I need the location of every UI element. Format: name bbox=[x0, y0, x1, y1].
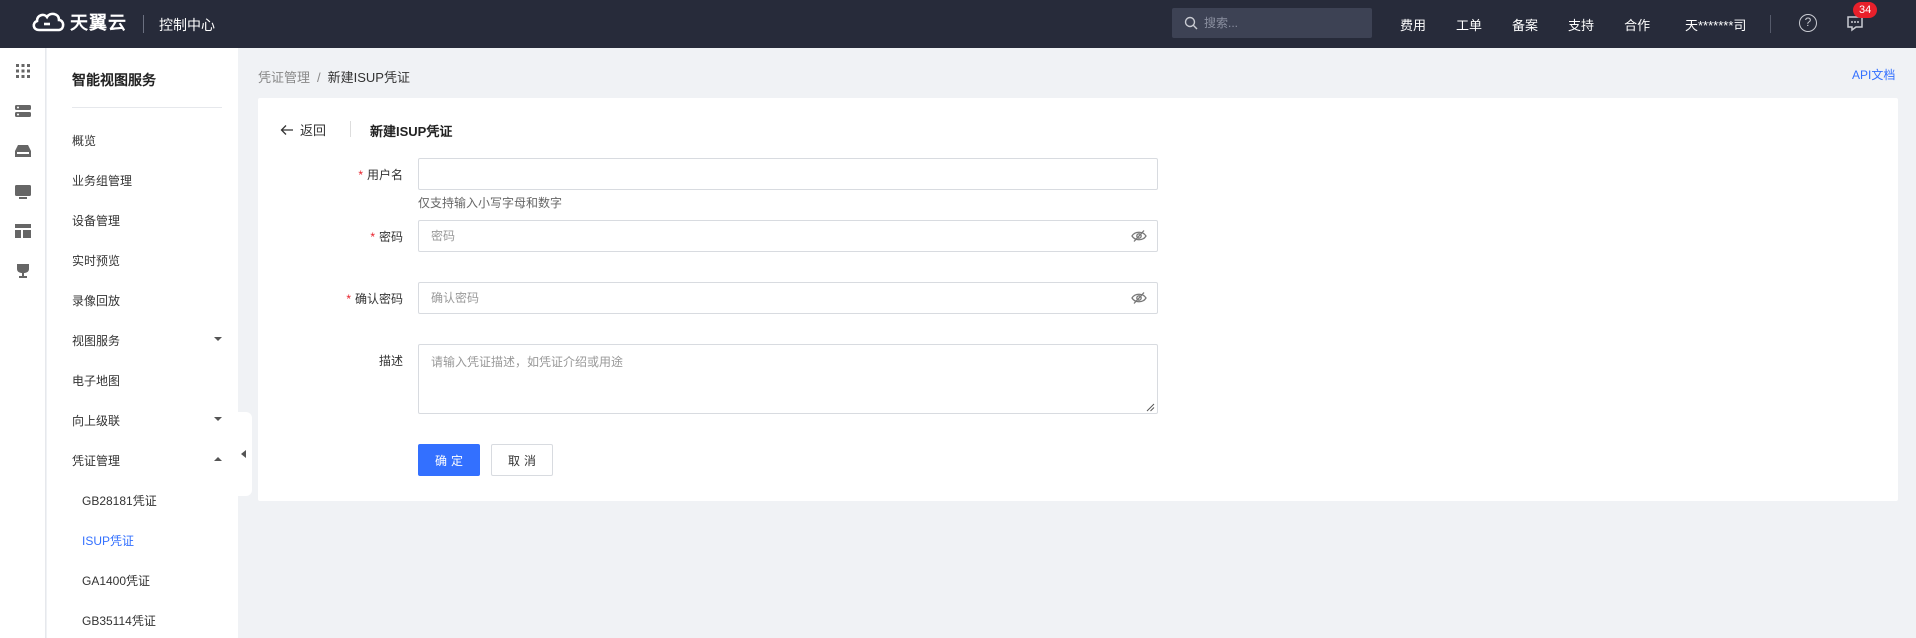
divider bbox=[143, 15, 144, 33]
user-account[interactable]: 天*******司 bbox=[1685, 15, 1746, 34]
breadcrumb-parent[interactable]: 凭证管理 bbox=[258, 70, 310, 85]
global-search bbox=[1172, 8, 1372, 38]
sidebar-item-playback[interactable]: 录像回放 bbox=[72, 292, 222, 309]
back-button[interactable]: 返回 bbox=[280, 120, 326, 139]
sidebar-item-label: 向上级联 bbox=[72, 414, 121, 428]
search-input[interactable] bbox=[1204, 16, 1364, 30]
sidebar-subitem-gb35114[interactable]: GB35114凭证 bbox=[82, 612, 232, 629]
nav-link-fees[interactable]: 费用 bbox=[1400, 15, 1426, 34]
sidebar-item-label: 电子地图 bbox=[72, 374, 121, 388]
description-label: 描述 bbox=[378, 354, 403, 368]
confirm-button[interactable]: 确定 bbox=[418, 444, 480, 476]
collapse-sidebar-button[interactable] bbox=[238, 412, 252, 496]
breadcrumb-current: 新建ISUP凭证 bbox=[327, 70, 410, 85]
sidebar-item-label: 视图服务 bbox=[72, 334, 121, 348]
divider bbox=[72, 107, 222, 108]
sidebar-item-label: GA1400凭证 bbox=[82, 574, 151, 588]
brand-name: 天翼云 bbox=[70, 13, 127, 33]
cloud-logo-icon bbox=[32, 12, 65, 32]
console-title[interactable]: 控制中心 bbox=[159, 15, 215, 35]
confirm-password-input[interactable] bbox=[418, 282, 1158, 314]
sidebar-item-label: 概览 bbox=[72, 134, 97, 148]
monitor-icon[interactable] bbox=[14, 182, 32, 200]
cancel-button[interactable]: 取消 bbox=[491, 444, 553, 476]
nav-link-tickets[interactable]: 工单 bbox=[1456, 15, 1482, 34]
service-title: 智能视图服务 bbox=[72, 72, 156, 88]
eye-off-icon[interactable] bbox=[1131, 291, 1147, 305]
api-doc-link[interactable]: API文档 bbox=[1852, 66, 1895, 83]
breadcrumb-separator: / bbox=[317, 70, 321, 85]
sidebar-item-label: GB28181凭证 bbox=[82, 494, 157, 508]
divider bbox=[1770, 15, 1771, 33]
layout-icon[interactable] bbox=[14, 222, 32, 240]
sidebar-item-view-services[interactable]: 视图服务 bbox=[72, 332, 222, 349]
sidebar-item-devices[interactable]: 设备管理 bbox=[72, 212, 222, 229]
sidebar-item-credentials[interactable]: 凭证管理 bbox=[72, 452, 222, 469]
sidebar-item-live-preview[interactable]: 实时预览 bbox=[72, 252, 222, 269]
chevron-down-icon bbox=[214, 417, 222, 421]
sidebar-item-map[interactable]: 电子地图 bbox=[72, 372, 222, 389]
required-mark: * bbox=[358, 168, 363, 182]
grid-icon[interactable] bbox=[14, 62, 32, 80]
product-icon-rail bbox=[0, 48, 46, 638]
sidebar-item-label: 业务组管理 bbox=[72, 174, 133, 188]
form-card: 返回 新建ISUP凭证 * 用户名 仅支持输入小写字母和数字 * 密码 * 确认密码 … bbox=[258, 98, 1898, 501]
sidebar-item-label: GB35114凭证 bbox=[82, 614, 156, 628]
search-icon bbox=[1184, 16, 1198, 30]
required-mark: * bbox=[346, 292, 351, 306]
sidebar-item-label: 实时预览 bbox=[72, 254, 121, 268]
back-label: 返回 bbox=[300, 123, 327, 138]
arrow-left-icon bbox=[280, 124, 293, 135]
storage-icon[interactable] bbox=[14, 142, 32, 160]
sidebar-item-cascade[interactable]: 向上级联 bbox=[72, 412, 222, 429]
sidebar-item-label: 录像回放 bbox=[72, 294, 121, 308]
required-mark: * bbox=[370, 230, 375, 244]
help-icon[interactable]: ? bbox=[1799, 14, 1817, 32]
nav-link-support[interactable]: 支持 bbox=[1568, 15, 1594, 34]
brand-logo[interactable]: 天翼云 bbox=[30, 9, 127, 35]
sidebar-subitem-isup[interactable]: ISUP凭证 bbox=[82, 532, 232, 549]
username-input[interactable] bbox=[418, 158, 1158, 190]
username-label: * 用户名 bbox=[258, 166, 403, 183]
password-label-text: 密码 bbox=[378, 230, 403, 244]
top-nav-links: 费用 工单 备案 支持 合作 bbox=[1400, 15, 1680, 34]
confirm-password-label: * 确认密码 bbox=[258, 290, 403, 307]
username-label-text: 用户名 bbox=[366, 168, 403, 182]
sidebar-item-business-groups[interactable]: 业务组管理 bbox=[72, 172, 222, 189]
chevron-down-icon bbox=[214, 337, 222, 341]
trophy-icon[interactable] bbox=[14, 262, 32, 280]
sidebar-item-overview[interactable]: 概览 bbox=[72, 132, 222, 149]
description-textarea[interactable] bbox=[418, 344, 1158, 414]
sidebar-item-label: ISUP凭证 bbox=[82, 534, 135, 548]
sidebar-item-label: 设备管理 bbox=[72, 214, 121, 228]
resize-handle-icon[interactable] bbox=[1146, 403, 1155, 412]
eye-off-icon[interactable] bbox=[1131, 229, 1147, 243]
breadcrumb: 凭证管理 / 新建ISUP凭证 bbox=[258, 67, 410, 86]
nav-link-filing[interactable]: 备案 bbox=[1512, 15, 1538, 34]
password-label: * 密码 bbox=[258, 228, 403, 245]
password-input[interactable] bbox=[418, 220, 1158, 252]
sidebar-subitem-gb28181[interactable]: GB28181凭证 bbox=[82, 492, 232, 509]
divider bbox=[350, 121, 351, 137]
chevron-up-icon bbox=[214, 457, 222, 461]
server-icon[interactable] bbox=[14, 102, 32, 120]
side-menu: 智能视图服务 概览 业务组管理 设备管理 实时预览 录像回放 视图服务 电子地图… bbox=[47, 48, 238, 638]
username-hint: 仅支持输入小写字母和数字 bbox=[418, 196, 563, 210]
nav-link-partners[interactable]: 合作 bbox=[1624, 15, 1650, 34]
page-title: 新建ISUP凭证 bbox=[370, 124, 453, 139]
message-count-badge: 34 bbox=[1853, 2, 1878, 18]
sidebar-subitem-ga1400[interactable]: GA1400凭证 bbox=[82, 572, 232, 589]
sidebar-item-label: 凭证管理 bbox=[72, 454, 121, 468]
top-bar: 天翼云 控制中心 费用 工单 备案 支持 合作 天*******司 ? 34 bbox=[0, 0, 1916, 48]
confirm-password-label-text: 确认密码 bbox=[354, 292, 403, 306]
